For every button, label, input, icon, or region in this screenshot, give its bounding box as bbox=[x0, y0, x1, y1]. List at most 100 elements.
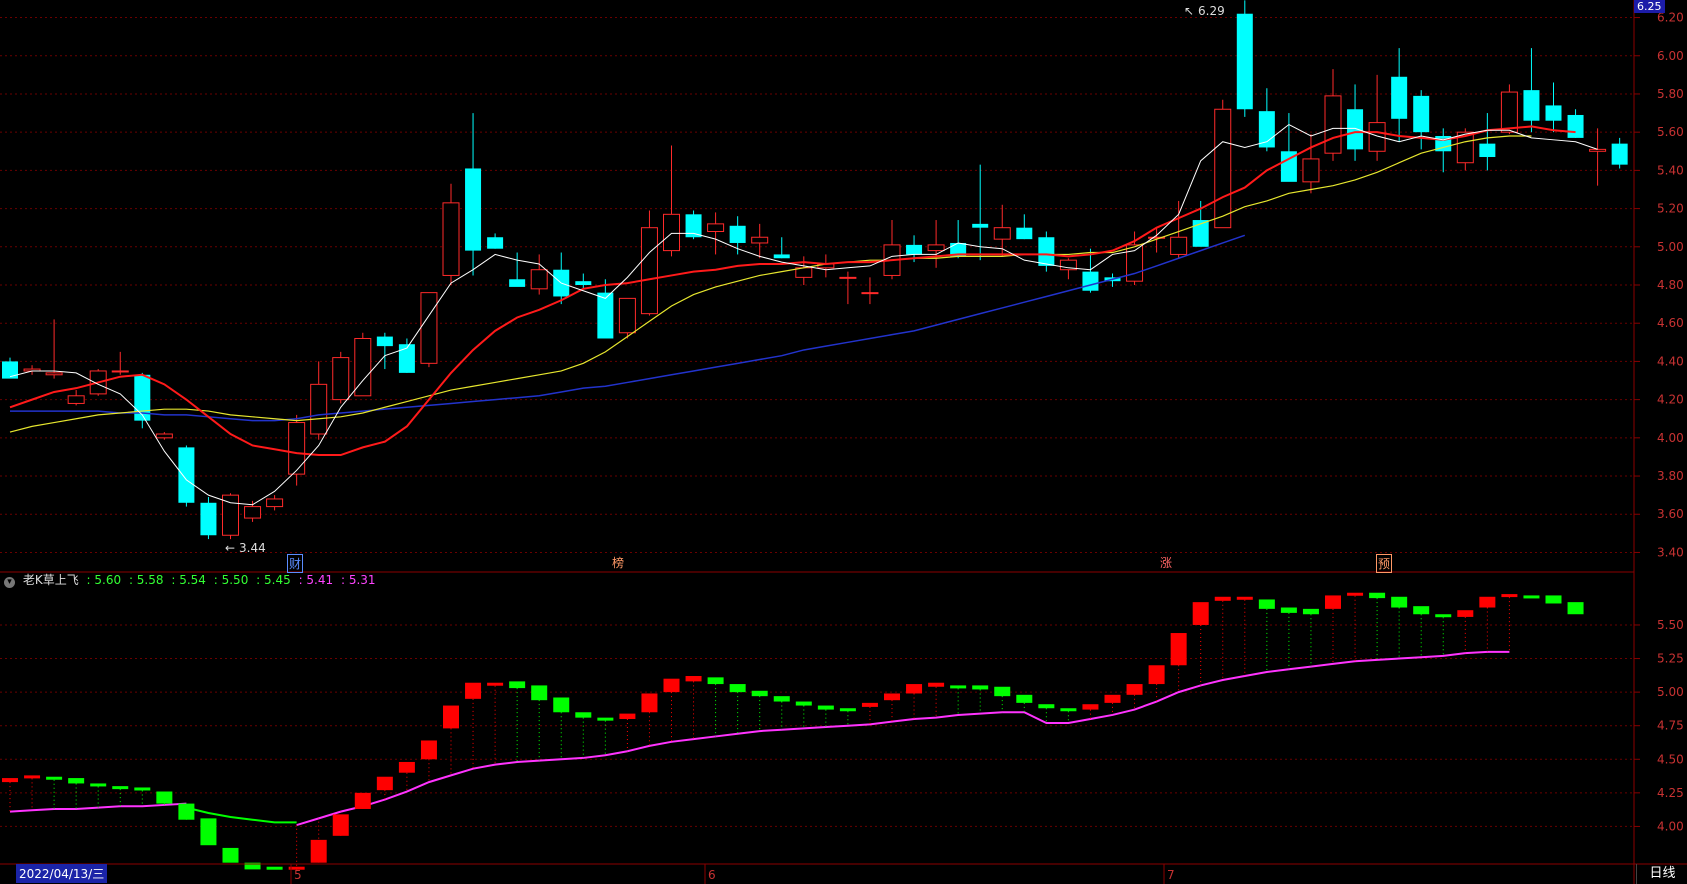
indicator-block bbox=[641, 693, 658, 713]
indicator-block bbox=[994, 686, 1011, 697]
event-marker-forecast[interactable]: 预 bbox=[1376, 554, 1393, 573]
candle-body bbox=[111, 370, 129, 373]
y-tick-label: 5.25 bbox=[1657, 652, 1684, 666]
indicator-block bbox=[972, 685, 989, 690]
y-tick-label: 3.80 bbox=[1657, 469, 1684, 483]
y-tick-label: 3.60 bbox=[1657, 507, 1684, 521]
annotations: 6.29 ↖ ← 3.44 bbox=[225, 4, 1225, 555]
candle-body bbox=[618, 297, 636, 334]
candle-body bbox=[1324, 95, 1342, 154]
y-tick-label: 4.50 bbox=[1657, 752, 1684, 766]
candle-body bbox=[1016, 227, 1033, 240]
ma5-line bbox=[9, 123, 1598, 506]
candle-body bbox=[1545, 105, 1562, 121]
candle-body bbox=[1500, 91, 1518, 133]
indicator-block bbox=[332, 814, 349, 836]
candle-body bbox=[310, 383, 328, 435]
indicator-gridlines bbox=[0, 624, 1634, 827]
candle-body bbox=[1589, 148, 1607, 152]
candle-body bbox=[861, 292, 879, 295]
candle-body bbox=[1082, 271, 1099, 291]
event-marker-ranking[interactable]: 榜 bbox=[611, 554, 625, 571]
indicator-block bbox=[1214, 596, 1231, 601]
indicator-block bbox=[1479, 596, 1496, 608]
month-markers: 5 6 7 bbox=[290, 864, 1175, 884]
candle-body bbox=[993, 227, 1011, 240]
indicator-block bbox=[817, 705, 834, 710]
candle-body bbox=[45, 372, 63, 376]
indicator-block bbox=[1060, 708, 1077, 712]
indicator-block bbox=[420, 740, 437, 760]
indicator-block bbox=[487, 682, 504, 686]
indicator-block bbox=[1192, 602, 1209, 625]
indicator-block bbox=[1016, 694, 1033, 703]
indicator-block bbox=[1104, 694, 1121, 703]
candle-body bbox=[839, 276, 857, 279]
high-annotation: 6.29 bbox=[1198, 4, 1225, 18]
indicator-header: ▾ 老K草上飞 : 5.60 : 5.58 : 5.54 : 5.50 : 5.… bbox=[4, 571, 380, 588]
indicator-block bbox=[1545, 595, 1562, 604]
indicator-block bbox=[707, 677, 724, 685]
candle-body bbox=[1523, 90, 1540, 121]
date-cursor-label: 2022/04/13/三 bbox=[16, 864, 108, 883]
y-tick-label: 4.75 bbox=[1657, 719, 1684, 733]
candle-body bbox=[1302, 158, 1320, 183]
candle-body bbox=[155, 433, 173, 439]
indicator-block bbox=[950, 685, 967, 689]
indicator-block bbox=[928, 682, 945, 687]
indicator-block bbox=[1258, 599, 1275, 609]
candle-body bbox=[597, 292, 614, 339]
indicator-block bbox=[443, 705, 459, 729]
candle-body bbox=[2, 361, 18, 379]
candle-body bbox=[729, 225, 746, 243]
indicator-block bbox=[509, 681, 526, 689]
y-tick-label: 6.00 bbox=[1657, 49, 1684, 63]
event-marker-limit-up[interactable]: 涨 bbox=[1159, 554, 1173, 571]
period-button-daily[interactable]: 日线 bbox=[1636, 864, 1687, 884]
indicator-block bbox=[354, 792, 371, 809]
collapse-icon[interactable]: ▾ bbox=[4, 577, 15, 588]
indicator-block bbox=[465, 682, 482, 699]
indicator-value: : 5.54 bbox=[171, 573, 206, 587]
indicator-name[interactable]: 老K草上飞 bbox=[23, 573, 79, 587]
candle-body bbox=[972, 223, 989, 228]
candle-body bbox=[178, 447, 195, 503]
y-tick-label: 4.00 bbox=[1657, 819, 1684, 833]
y-tick-label: 4.60 bbox=[1657, 316, 1684, 330]
indicator-block bbox=[619, 713, 636, 719]
indicator-block bbox=[2, 778, 18, 783]
current-price-tag: 6.25 bbox=[1634, 0, 1665, 13]
price-axis: 6.206.005.805.605.405.205.004.804.604.40… bbox=[1634, 11, 1684, 559]
candle-body bbox=[266, 498, 284, 508]
y-tick-label: 3.40 bbox=[1657, 545, 1684, 559]
y-tick-label: 4.80 bbox=[1657, 278, 1684, 292]
low-annotation: 3.44 bbox=[239, 541, 266, 555]
indicator-block bbox=[685, 676, 702, 682]
indicator-block bbox=[1567, 602, 1584, 615]
indicator-block bbox=[68, 778, 85, 784]
candle-body bbox=[288, 422, 306, 475]
indicator-block bbox=[839, 708, 856, 712]
candle-body bbox=[663, 213, 680, 252]
indicator-block bbox=[773, 696, 790, 702]
indicator-block bbox=[1347, 592, 1364, 596]
y-tick-label: 5.20 bbox=[1657, 202, 1684, 216]
candle-body bbox=[1170, 236, 1188, 255]
candle-body bbox=[906, 244, 923, 255]
candle-body bbox=[1391, 76, 1408, 119]
chart-frame bbox=[0, 0, 1687, 884]
indicator-block bbox=[884, 693, 900, 701]
indicator-value: : 5.58 bbox=[128, 573, 164, 587]
low-arrow: ← bbox=[225, 541, 235, 555]
indicator-block bbox=[1236, 596, 1253, 600]
candle-body bbox=[1236, 13, 1253, 110]
indicator-block bbox=[222, 847, 239, 863]
candle-body bbox=[509, 279, 526, 287]
y-tick-label: 5.00 bbox=[1657, 240, 1684, 254]
y-tick-label: 5.00 bbox=[1657, 685, 1684, 699]
candle-body bbox=[530, 269, 548, 290]
indicator-block bbox=[178, 803, 195, 820]
indicator-block bbox=[1148, 665, 1165, 685]
indicator-block bbox=[266, 866, 283, 870]
indicator-block bbox=[1170, 633, 1187, 666]
